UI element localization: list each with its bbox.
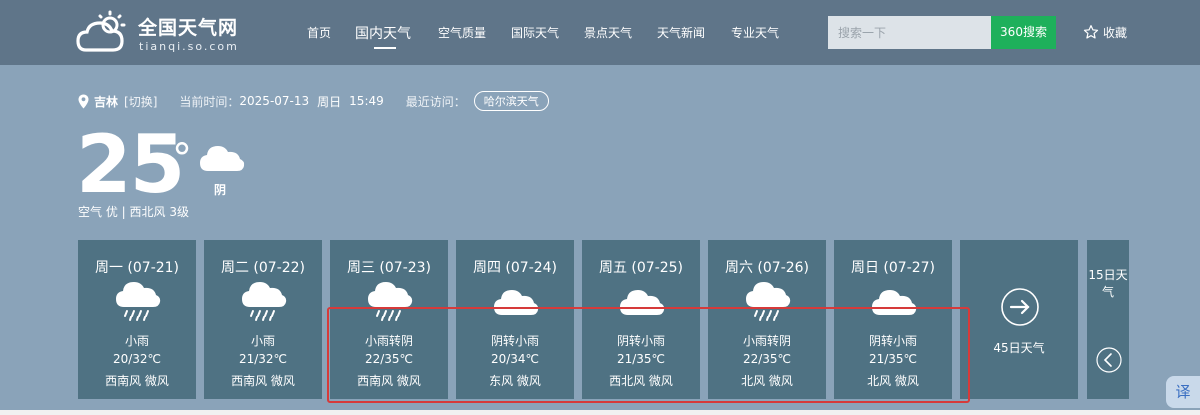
chevron-left-circle-icon[interactable] — [1096, 347, 1122, 373]
nav-home[interactable]: 首页 — [307, 24, 331, 41]
forecast-45-day-label: 45日天气 — [993, 341, 1045, 355]
rain-icon — [368, 282, 413, 321]
current-wind: 西北风 3级 — [129, 205, 189, 219]
forecast-day-label: 周四 (07-24) — [472, 260, 558, 276]
forecast-temperature: 21/32℃ — [238, 352, 288, 366]
search-input[interactable] — [828, 16, 991, 49]
current-temperature: 25 ° — [76, 122, 192, 208]
forecast-wind: 西南风 微风 — [231, 374, 295, 388]
nav-international-weather[interactable]: 国际天气 — [511, 24, 559, 41]
current-time: 15:49 — [349, 94, 384, 108]
forecast-day-label: 周日 (07-27) — [850, 260, 936, 276]
forecast-day-label: 周一 (07-21) — [94, 260, 180, 276]
forecast-day-card[interactable]: 周二 (07-22) 小雨 21/32℃ 西南风 微风 — [204, 240, 322, 399]
current-extra-info: 空气 优 | 西北风 3级 — [78, 203, 189, 220]
current-date: 2025-07-13 — [239, 94, 310, 108]
current-weekday: 周日 — [317, 94, 342, 109]
forecast-temperature: 20/34℃ — [490, 352, 540, 366]
forecast-day-card[interactable]: 周四 (07-24) 阴转小雨 20/34℃ 东风 微风 — [456, 240, 574, 399]
forecast-temperature: 20/32℃ — [112, 352, 162, 366]
recent-city-pill[interactable]: 哈尔滨天气 — [473, 91, 549, 111]
forecast-temperature: 22/35℃ — [742, 352, 792, 366]
current-time-label: 当前时间： — [179, 94, 240, 109]
translate-button[interactable]: 译 — [1166, 376, 1200, 408]
forecast-wind: 东风 微风 — [489, 374, 541, 388]
logo-icon[interactable] — [76, 10, 130, 56]
nav-domestic-weather[interactable]: 国内天气 — [355, 23, 411, 43]
forecast-day-label: 周六 (07-26) — [724, 260, 810, 276]
info-separator: | — [121, 205, 126, 219]
forecast-weather-desc: 阴转小雨 — [490, 334, 539, 348]
rain-icon — [746, 282, 791, 321]
current-weather-text: 阴 — [214, 183, 227, 197]
forecast-wind: 西北风 微风 — [609, 374, 673, 388]
forecast-day-label: 周三 (07-23) — [346, 260, 432, 276]
forecast-wind: 西南风 微风 — [357, 374, 421, 388]
forecast-45-day-card[interactable]: 45日天气 — [960, 240, 1078, 399]
forecast-weather-desc: 小雨转阴 — [742, 334, 791, 348]
forecast-weather-desc: 小雨 — [250, 334, 275, 348]
logo-subtitle: tianqi.so.com — [139, 40, 239, 53]
current-city: 吉林 — [94, 94, 119, 109]
location-info-bar: 吉林 [切换] 当前时间： 2025-07-13 周日 15:49 最近访问： … — [78, 91, 549, 111]
forecast-weather-desc: 小雨 — [124, 334, 149, 348]
forecast-temperature: 22/35℃ — [364, 352, 414, 366]
forecast-weather-desc: 阴转小雨 — [616, 334, 665, 348]
star-icon — [1083, 25, 1099, 39]
cloudy-icon — [494, 290, 539, 315]
logo-title[interactable]: 全国天气网 — [138, 13, 238, 40]
nav-active-underline — [374, 47, 396, 49]
air-quality: 空气 优 — [78, 205, 118, 219]
search-button[interactable]: 360搜索 — [991, 16, 1056, 49]
forecast-day-card[interactable]: 周日 (07-27) 阴转小雨 21/35℃ 北风 微风 — [834, 240, 952, 399]
cloudy-icon — [620, 290, 665, 315]
current-temperature-value: 25 — [76, 118, 185, 211]
forecast-temperature: 21/35℃ — [616, 352, 666, 366]
cloudy-icon — [872, 290, 917, 315]
forecast-15-day-label: 15日天气 — [1088, 268, 1128, 299]
favorite-label: 收藏 — [1103, 25, 1128, 40]
forecast-day-card[interactable]: 周五 (07-25) 阴转小雨 21/35℃ 西北风 微风 — [582, 240, 700, 399]
cloudy-icon — [200, 146, 245, 171]
location-pin-icon — [78, 94, 89, 108]
recent-visit-label: 最近访问： — [405, 94, 466, 109]
forecast-weather-desc: 小雨转阴 — [364, 334, 413, 348]
forecast-day-card[interactable]: 周三 (07-23) 小雨转阴 22/35℃ 西南风 微风 — [330, 240, 448, 399]
forecast-weather-desc: 阴转小雨 — [868, 334, 917, 348]
forecast-day-label: 周五 (07-25) — [598, 260, 684, 276]
nav-pro-weather[interactable]: 专业天气 — [731, 24, 779, 41]
forecast-wind: 西南风 微风 — [105, 374, 169, 388]
forecast-day-card[interactable]: 周一 (07-21) 小雨 20/32℃ 西南风 微风 — [78, 240, 196, 399]
nav-weather-news[interactable]: 天气新闻 — [657, 24, 705, 41]
rain-icon — [116, 282, 161, 321]
site-header: 全国天气网 tianqi.so.com 首页 国内天气 空气质量 国际天气 景点… — [0, 0, 1200, 65]
arrow-right-circle-icon — [1001, 288, 1039, 326]
favorite-link[interactable]: 收藏 — [1083, 22, 1127, 42]
search-box — [828, 16, 991, 49]
nav-scenic-weather[interactable]: 景点天气 — [584, 24, 632, 41]
nav-air-quality[interactable]: 空气质量 — [438, 24, 486, 41]
forecast-15-day-card[interactable]: 15日天气 — [1087, 240, 1129, 399]
forecast-wind: 北风 微风 — [867, 374, 919, 388]
forecast-wind: 北风 微风 — [741, 374, 793, 388]
rain-icon — [242, 282, 287, 321]
forecast-temperature: 21/35℃ — [868, 352, 918, 366]
forecast-day-card[interactable]: 周六 (07-26) 小雨转阴 22/35℃ 北风 微风 — [708, 240, 826, 399]
switch-city-link[interactable]: [切换] — [124, 93, 157, 110]
page-bottom-strip — [0, 410, 1200, 415]
degree-symbol: ° — [172, 136, 192, 182]
forecast-day-label: 周二 (07-22) — [220, 260, 306, 276]
